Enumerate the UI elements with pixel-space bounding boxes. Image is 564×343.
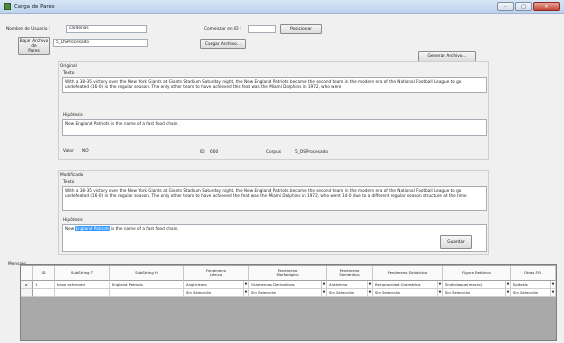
col-header-morphological[interactable]: Fenómeno Morfológico — [249, 266, 327, 281]
chevron-down-icon[interactable]: ▼ — [505, 289, 510, 296]
table-cell-id[interactable] — [33, 289, 55, 297]
lexical-dropdown[interactable]: Anglicismo ▼ — [184, 281, 249, 289]
chevron-down-icon[interactable]: ▼ — [505, 281, 510, 288]
col-header-rhetorical-figure[interactable]: Figura Retórica — [443, 266, 511, 281]
col-header-other-rf[interactable]: Otras F.R. — [511, 266, 556, 281]
start-id-field[interactable] — [248, 25, 276, 33]
dropdown-value: Sin Selección — [375, 290, 401, 295]
table-cell-substring-h[interactable] — [110, 289, 184, 297]
col-header-id[interactable]: ID — [33, 266, 55, 281]
position-button[interactable]: Posicionar — [280, 24, 322, 34]
chevron-down-icon[interactable]: ▼ — [367, 281, 372, 288]
start-id-label: Comenzar en ID : — [204, 27, 242, 32]
minimize-button[interactable]: – — [497, 2, 514, 11]
dropdown-value: Sin Selección — [329, 290, 355, 295]
morphological-dropdown[interactable]: Sin Selección ▼ — [249, 289, 327, 297]
lexical-dropdown[interactable]: Sin Selección ▼ — [184, 289, 249, 297]
other-rf-dropdown[interactable]: Sin Selección ▼ — [511, 289, 556, 297]
id-value: 600 — [210, 150, 219, 155]
chevron-down-icon[interactable]: ▼ — [437, 281, 442, 288]
original-hypothesis-area[interactable]: New England Patriots is the name of a fa… — [62, 119, 487, 136]
window-title: Carga de Pares — [14, 3, 55, 10]
col-header-substring-h[interactable]: SubString H — [110, 266, 184, 281]
load-file-button[interactable]: Cargar Archivo... — [200, 39, 246, 49]
original-hypothesis-label: Hipótesis — [63, 113, 83, 118]
dropdown-value: Sin Selección — [251, 290, 277, 295]
col-header-lexical[interactable]: Fenómeno Léxico — [184, 266, 249, 281]
col-header-syntactic[interactable]: Fenómeno Sintáctico — [373, 266, 443, 281]
row-selector[interactable]: ▸ — [21, 281, 33, 289]
table-cell-substring-h[interactable]: England Patriots — [110, 281, 184, 289]
modified-hypothesis-label: Hipótesis — [63, 218, 83, 223]
id-label: ID — [200, 150, 205, 155]
hypothesis-selected-text: England Patriots — [75, 226, 110, 231]
modified-text-area[interactable]: With a 38-35 victory over the New York G… — [62, 186, 487, 211]
user-name-label: Nombre de Usuario : — [6, 27, 51, 32]
dropdown-value: Anglicismo — [186, 282, 207, 287]
corpus-label: Corpus — [266, 150, 282, 155]
chevron-down-icon[interactable]: ▼ — [321, 289, 326, 296]
dropdown-value: Sin Selección — [513, 290, 539, 295]
row-selector[interactable] — [21, 289, 33, 297]
other-rf-dropdown[interactable]: Epítesis ▼ — [511, 281, 556, 289]
syntactic-dropdown[interactable]: Reciprocidad Gramática ▼ — [373, 281, 443, 289]
dropdown-value: Sin Selección — [186, 290, 212, 295]
modified-hypothesis-area[interactable]: New England Patriots is the name of a fa… — [62, 224, 487, 252]
chevron-down-icon[interactable]: ▼ — [550, 281, 555, 288]
maximize-button[interactable]: □ — [515, 2, 532, 11]
chevron-down-icon[interactable]: ▼ — [243, 281, 248, 288]
chevron-down-icon[interactable]: ▼ — [437, 289, 442, 296]
hypothesis-suffix: is the name of a fast food chain. — [109, 226, 179, 231]
chevron-down-icon[interactable]: ▼ — [367, 289, 372, 296]
original-panel — [58, 61, 489, 160]
save-button[interactable]: Guardar — [440, 235, 472, 249]
syntactic-dropdown[interactable]: Sin Selección ▼ — [373, 289, 443, 297]
download-pairs-button[interactable]: Bajar Archivo de Pares — [18, 37, 50, 55]
dropdown-value: Reciprocidad Gramática — [375, 282, 421, 287]
table-cell-substring-t[interactable] — [55, 289, 110, 297]
modified-section-label: Modificado — [60, 173, 84, 178]
pairs-file-field[interactable]: 5_DSProcesado — [53, 39, 148, 47]
valor-value: NO — [82, 149, 89, 154]
table-cell-substring-t[interactable]: have achieved — [55, 281, 110, 289]
original-section-label: Original — [60, 64, 77, 69]
original-text-area[interactable]: With a 38-35 victory over the New York G… — [62, 77, 487, 93]
grid-corner-header — [21, 266, 33, 281]
morphological-dropdown[interactable]: Gramemas Derivativos ▼ — [249, 281, 327, 289]
original-text-label: Texto — [63, 71, 75, 76]
dropdown-value: Gramemas Derivativos — [251, 282, 295, 287]
table-cell-id[interactable]: 1 — [33, 281, 55, 289]
title-bar: Carga de Pares – □ ✕ — [0, 0, 564, 14]
rhetorical-figure-dropdown[interactable]: Sinécdoque(macro) ▼ — [443, 281, 511, 289]
dropdown-value: Sin Selección — [445, 290, 471, 295]
form-app-icon — [4, 3, 11, 10]
semantic-dropdown[interactable]: Antónimo ▼ — [327, 281, 373, 289]
rhetorical-figure-dropdown[interactable]: Sin Selección ▼ — [443, 289, 511, 297]
semantic-dropdown[interactable]: Sin Selección ▼ — [327, 289, 373, 297]
chevron-down-icon[interactable]: ▼ — [321, 281, 326, 288]
chevron-down-icon[interactable]: ▼ — [550, 289, 555, 296]
col-header-semantic[interactable]: Fenómeno Semántico — [327, 266, 373, 281]
corpus-value: 5_DSProcesado — [295, 150, 328, 155]
col-header-substring-t[interactable]: SubString T — [55, 266, 110, 281]
dropdown-value: Sinécdoque(macro) — [445, 282, 483, 287]
dropdown-value: Epítesis — [513, 282, 528, 287]
close-button[interactable]: ✕ — [533, 2, 560, 11]
chevron-down-icon[interactable]: ▼ — [243, 289, 248, 296]
user-name-field[interactable]: cardenas — [66, 25, 147, 33]
hypothesis-prefix: New — [65, 226, 76, 231]
modified-text-label: Texto — [63, 180, 75, 185]
dropdown-value: Antónimo — [329, 282, 348, 287]
valor-label: Valor — [63, 149, 74, 154]
